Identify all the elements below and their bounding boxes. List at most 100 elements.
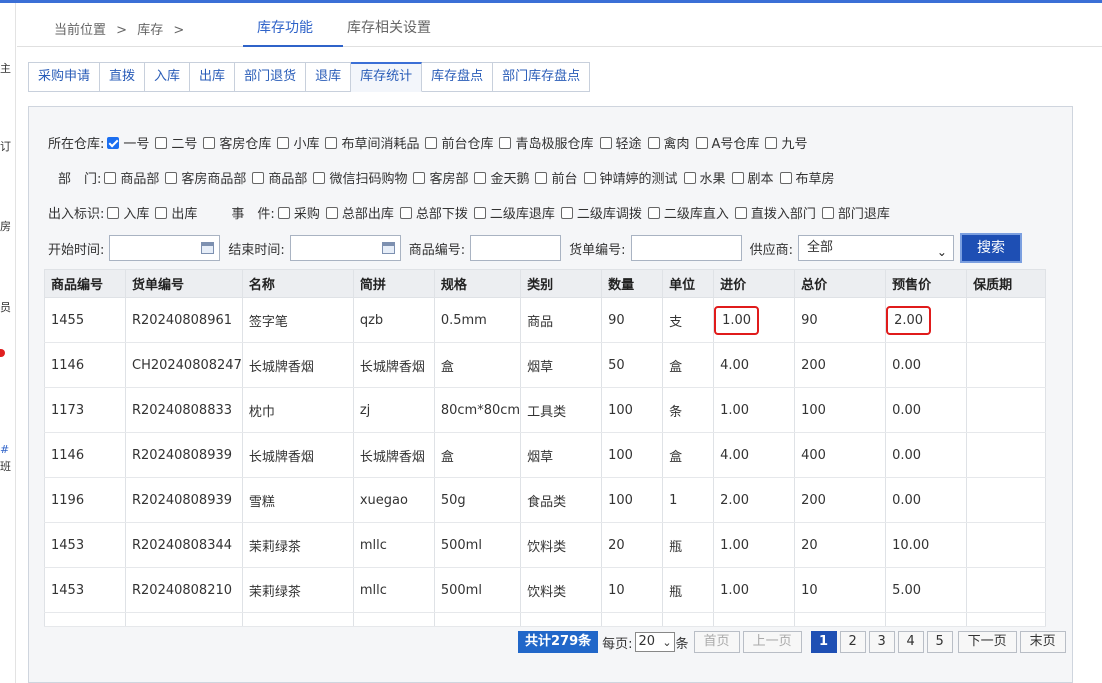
event-checkbox[interactable]: 部门退库	[821, 203, 890, 222]
checkbox-box[interactable]	[155, 136, 168, 149]
event-checkbox[interactable]: 总部下拨	[399, 203, 468, 222]
subtab[interactable]: 出库	[190, 62, 236, 92]
event-checkbox[interactable]: 二级库调拨	[560, 203, 642, 222]
warehouse-checkbox[interactable]: 布草间消耗品	[325, 133, 419, 152]
checkbox-box[interactable]	[277, 206, 290, 219]
checkbox-box[interactable]	[399, 206, 412, 219]
checkbox-box[interactable]	[731, 171, 744, 184]
checkbox-box[interactable]	[535, 171, 548, 184]
department-checkbox[interactable]: 水果	[683, 168, 726, 187]
last-page-button[interactable]: 末页	[1019, 631, 1066, 653]
sidebar-char[interactable]: #	[0, 443, 9, 456]
checkbox-box[interactable]	[165, 171, 178, 184]
product-no-input[interactable]	[470, 235, 562, 261]
table-row[interactable]: 1455 R20240808961 签字笔 qzb 0.5mm 商品 90 支 1.00 90 2.…	[44, 297, 1047, 343]
page-number-button[interactable]: 4	[897, 631, 924, 653]
checkbox-box[interactable]	[647, 136, 660, 149]
warehouse-checkbox[interactable]: 青岛极服仓库	[499, 133, 594, 152]
checkbox-box[interactable]	[104, 171, 117, 184]
checkbox-box[interactable]	[474, 171, 487, 184]
supplier-select[interactable]: 全部 ⌄	[797, 235, 954, 261]
department-checkbox[interactable]: 金天鹅	[474, 168, 529, 187]
breadcrumb-item[interactable]: 库存	[137, 23, 163, 38]
checkbox-box[interactable]	[203, 136, 216, 149]
subtab[interactable]: 直拨	[100, 62, 146, 92]
calendar-icon[interactable]	[201, 242, 215, 254]
warehouse-checkbox[interactable]: 二号	[155, 133, 197, 152]
subtab[interactable]: 入库	[145, 62, 191, 92]
event-checkbox[interactable]: 采购	[277, 203, 320, 222]
checkbox-box[interactable]	[107, 136, 120, 149]
warehouse-checkbox[interactable]: 轻途	[599, 133, 642, 152]
event-checkbox[interactable]: 直拨入部门	[734, 203, 816, 222]
sidebar-char[interactable]: 班	[0, 458, 11, 474]
start-time-input[interactable]	[109, 235, 221, 261]
warehouse-checkbox[interactable]: A号仓库	[695, 133, 759, 152]
table-row[interactable]: 1146 R20240808939 长城牌香烟 长城牌香烟盒烟草 100 盒 4.00 400…	[44, 432, 1047, 478]
subtab[interactable]: 库存统计	[351, 62, 423, 92]
first-page-button[interactable]: 首页	[693, 631, 740, 653]
subtab[interactable]: 采购申请	[28, 62, 101, 92]
checkbox-box[interactable]	[821, 206, 834, 219]
warehouse-checkbox[interactable]: 小库	[277, 133, 319, 152]
page-number-button[interactable]: 2	[839, 631, 866, 653]
tab-inventory-settings[interactable]: 库存相关设置	[347, 17, 431, 37]
event-checkbox[interactable]: 二级库直入	[647, 203, 729, 222]
sidebar-char[interactable]: 主	[0, 60, 11, 76]
subtab[interactable]: 部门库存盘点	[493, 62, 591, 92]
page-number-button[interactable]: 1	[810, 631, 837, 653]
next-page-button[interactable]: 下一页	[957, 631, 1017, 653]
checkbox-box[interactable]	[425, 136, 438, 149]
subtab[interactable]: 部门退货	[235, 62, 307, 92]
io_flag-checkbox[interactable]: 出库	[155, 203, 197, 222]
department-checkbox[interactable]: 商品部	[252, 168, 307, 187]
table-row[interactable]: 1453 R20240808210 茉莉绿茶 mllc 500ml 饮料类 10 瓶 1.00 1…	[44, 567, 1047, 613]
checkbox-box[interactable]	[155, 206, 168, 219]
subtab[interactable]: 退库	[306, 62, 352, 92]
event-checkbox[interactable]: 总部出库	[325, 203, 394, 222]
checkbox-box[interactable]	[583, 171, 596, 184]
checkbox-box[interactable]	[695, 136, 708, 149]
table-row[interactable]: 1173 R20240808833 枕巾 zj 80cm*80cm 工具类 100 条 1.00…	[44, 387, 1047, 433]
checkbox-box[interactable]	[325, 136, 338, 149]
department-checkbox[interactable]: 客房商品部	[165, 168, 246, 187]
checkbox-box[interactable]	[325, 206, 338, 219]
checkbox-box[interactable]	[313, 171, 326, 184]
warehouse-checkbox[interactable]: 九号	[765, 133, 807, 152]
end-time-input[interactable]	[289, 235, 401, 261]
warehouse-checkbox[interactable]: 前台仓库	[425, 133, 493, 152]
checkbox-box[interactable]	[473, 206, 486, 219]
calendar-icon[interactable]	[381, 242, 395, 254]
checkbox-box[interactable]	[252, 171, 265, 184]
warehouse-checkbox[interactable]: 客房仓库	[203, 133, 271, 152]
sidebar-char[interactable]: 订	[0, 138, 11, 154]
table-row[interactable]: 1453 R20240808344 茉莉绿茶 mllc 500ml 饮料类 20 瓶 1.00 2…	[44, 522, 1047, 568]
checkbox-box[interactable]	[560, 206, 573, 219]
sidebar-char[interactable]: 员	[0, 299, 11, 315]
checkbox-box[interactable]	[647, 206, 660, 219]
io_flag-checkbox[interactable]: 入库	[107, 203, 149, 222]
tab-inventory-functions[interactable]: 库存功能	[257, 17, 313, 37]
table-row[interactable]: 1196 R20240808939 雪糕 xuegao 50g 食品类 100 1 2.00 20…	[44, 477, 1047, 523]
department-checkbox[interactable]: 客房部	[413, 168, 468, 187]
department-checkbox[interactable]: 布草房	[779, 168, 835, 187]
department-checkbox[interactable]: 微信扫码购物	[313, 168, 407, 187]
warehouse-checkbox[interactable]: 禽肉	[647, 133, 690, 152]
subtab[interactable]: 库存盘点	[422, 62, 494, 92]
checkbox-box[interactable]	[683, 171, 696, 184]
warehouse-checkbox[interactable]: 一号	[107, 133, 149, 152]
per-page-select[interactable]: 20 ⌄	[634, 632, 675, 652]
checkbox-box[interactable]	[277, 136, 290, 149]
search-button[interactable]: 搜索	[959, 233, 1022, 263]
event-checkbox[interactable]: 二级库退库	[473, 203, 555, 222]
department-checkbox[interactable]: 剧本	[731, 168, 774, 187]
department-checkbox[interactable]: 前台	[535, 168, 578, 187]
checkbox-box[interactable]	[599, 136, 612, 149]
checkbox-box[interactable]	[765, 136, 778, 149]
checkbox-box[interactable]	[499, 136, 512, 149]
checkbox-box[interactable]	[413, 171, 426, 184]
table-row[interactable]: 1146 CH20240808247 长城牌香烟 长城牌香烟盒烟草 50 盒 4.00 200…	[44, 342, 1047, 388]
bill-no-input[interactable]	[630, 235, 742, 261]
prev-page-button[interactable]: 上一页	[742, 631, 802, 653]
department-checkbox[interactable]: 商品部	[104, 168, 159, 187]
